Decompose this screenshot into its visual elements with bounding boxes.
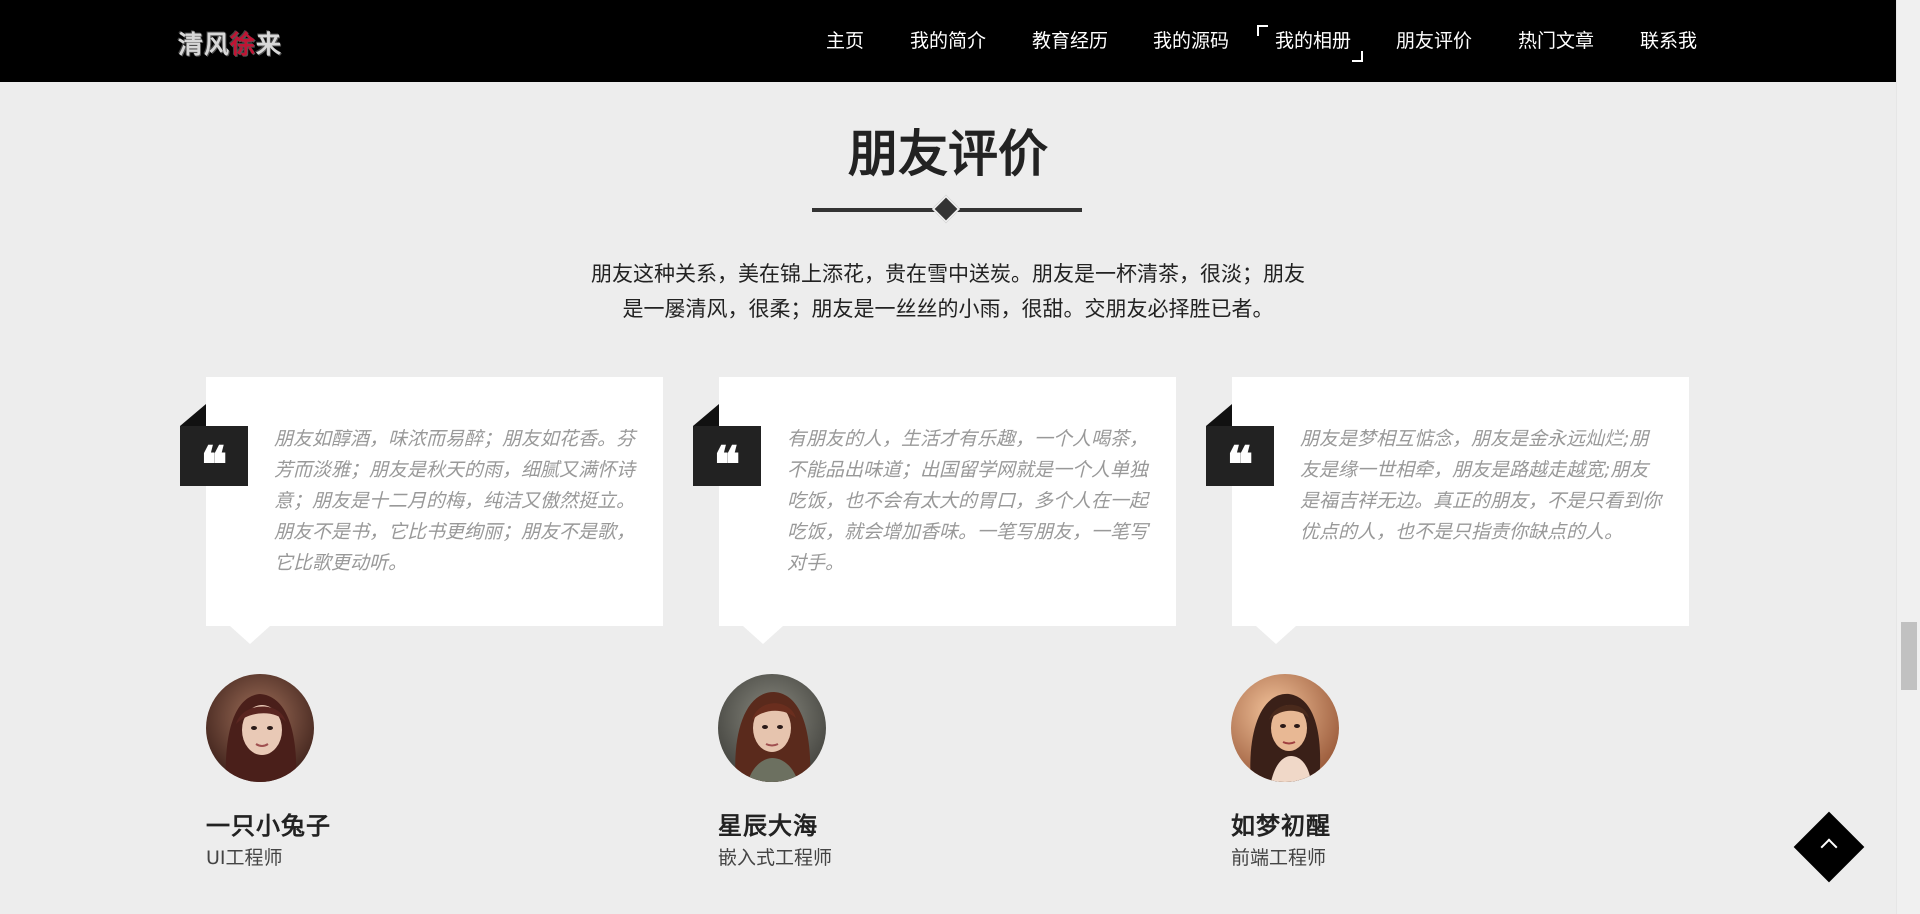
card-pointer bbox=[1256, 626, 1296, 644]
avatar-image bbox=[1231, 674, 1339, 782]
section-intro: 朋友这种关系，美在锦上添花，贵在雪中送炭。朋友是一杯清茶，很淡；朋友 是一屡清风… bbox=[575, 257, 1321, 327]
testimonial-card-1: ❝ 朋友如醇酒，味浓而易醉；朋友如花香。芬芳而淡雅；朋友是秋天的雨，细腻又满怀诗… bbox=[180, 377, 663, 644]
testimonial-card-2: ❝ 有朋友的人，生活才有乐趣，一个人喝茶，不能品出味道；出国留学网就是一个人单独… bbox=[693, 377, 1176, 644]
avatar-image bbox=[718, 674, 826, 782]
quote-icon: ❝ bbox=[180, 426, 248, 494]
testimonial-role: 嵌入式工程师 bbox=[718, 847, 833, 869]
quote-badge-fold bbox=[693, 404, 719, 426]
quote-icon: ❝ bbox=[1206, 426, 1274, 494]
testimonial-role: 前端工程师 bbox=[1231, 847, 1327, 869]
quote-icon: ❝ bbox=[693, 426, 761, 494]
nav-home[interactable]: 主页 bbox=[826, 30, 864, 52]
testimonial-text: 朋友是梦相互惦念，朋友是金永远灿烂;朋友是缘一世相牵，朋友是路越走越宽;朋友是福… bbox=[1300, 428, 1662, 543]
logo-text-part3: 来 bbox=[256, 30, 283, 59]
nav-hot-articles[interactable]: 热门文章 bbox=[1518, 30, 1594, 52]
nav-album-label: 我的相册 bbox=[1275, 30, 1352, 52]
quote-badge-fold bbox=[180, 404, 206, 426]
active-bracket-bottom-right bbox=[1352, 51, 1364, 62]
nav-contact[interactable]: 联系我 bbox=[1640, 30, 1697, 52]
testimonial-role: UI工程师 bbox=[206, 847, 283, 869]
title-divider-diamond bbox=[931, 194, 961, 224]
title-divider-left bbox=[812, 208, 946, 212]
testimonial-name: 如梦初醒 bbox=[1231, 812, 1331, 840]
title-divider-right bbox=[948, 208, 1082, 212]
chevron-up-icon bbox=[1820, 838, 1838, 856]
nav-profile[interactable]: 我的简介 bbox=[910, 30, 986, 52]
active-bracket-top-left bbox=[1257, 25, 1268, 36]
intro-line-1: 朋友这种关系，美在锦上添花，贵在雪中送炭。朋友是一杯清茶，很淡；朋友 bbox=[591, 262, 1305, 286]
logo-text-accent: 徐 bbox=[230, 30, 257, 59]
testimonial-text: 朋友如醇酒，味浓而易醉；朋友如花香。芬芳而淡雅；朋友是秋天的雨，细腻又满怀诗意；… bbox=[274, 428, 636, 574]
nav-education[interactable]: 教育经历 bbox=[1032, 30, 1108, 52]
section-title: 朋友评价 bbox=[848, 125, 1048, 183]
site-logo[interactable]: 清风徐来 bbox=[178, 25, 282, 61]
testimonial-card-3: ❝ 朋友是梦相互惦念，朋友是金永远灿烂;朋友是缘一世相牵，朋友是路越走越宽;朋友… bbox=[1206, 377, 1689, 644]
back-to-top-button[interactable] bbox=[1793, 811, 1865, 883]
card-pointer bbox=[230, 626, 270, 644]
nav-album[interactable]: 我的相册 bbox=[1257, 25, 1364, 62]
avatar-image bbox=[206, 674, 314, 782]
top-navbar: 清风徐来 主页 我的简介 教育经历 我的源码 我的相册 朋友评价 热门文章 联系… bbox=[0, 0, 1896, 82]
logo-text-part1: 清风 bbox=[178, 30, 231, 59]
nav-source-code[interactable]: 我的源码 bbox=[1153, 30, 1229, 52]
testimonial-name: 一只小兔子 bbox=[206, 812, 331, 840]
quote-badge-fold bbox=[1206, 404, 1232, 426]
testimonial-name: 星辰大海 bbox=[718, 812, 818, 840]
page-scrollbar[interactable] bbox=[1896, 0, 1920, 914]
avatar bbox=[718, 674, 826, 782]
intro-line-2: 是一屡清风，很柔；朋友是一丝丝的小雨，很甜。交朋友必择胜已者。 bbox=[622, 297, 1274, 321]
avatar bbox=[206, 674, 314, 782]
avatar bbox=[1231, 674, 1339, 782]
testimonial-text: 有朋友的人，生活才有乐趣，一个人喝茶，不能品出味道；出国留学网就是一个人单独吃饭… bbox=[787, 428, 1149, 574]
scrollbar-thumb[interactable] bbox=[1901, 622, 1917, 690]
card-pointer bbox=[743, 626, 783, 644]
nav-friend-reviews[interactable]: 朋友评价 bbox=[1396, 30, 1472, 52]
